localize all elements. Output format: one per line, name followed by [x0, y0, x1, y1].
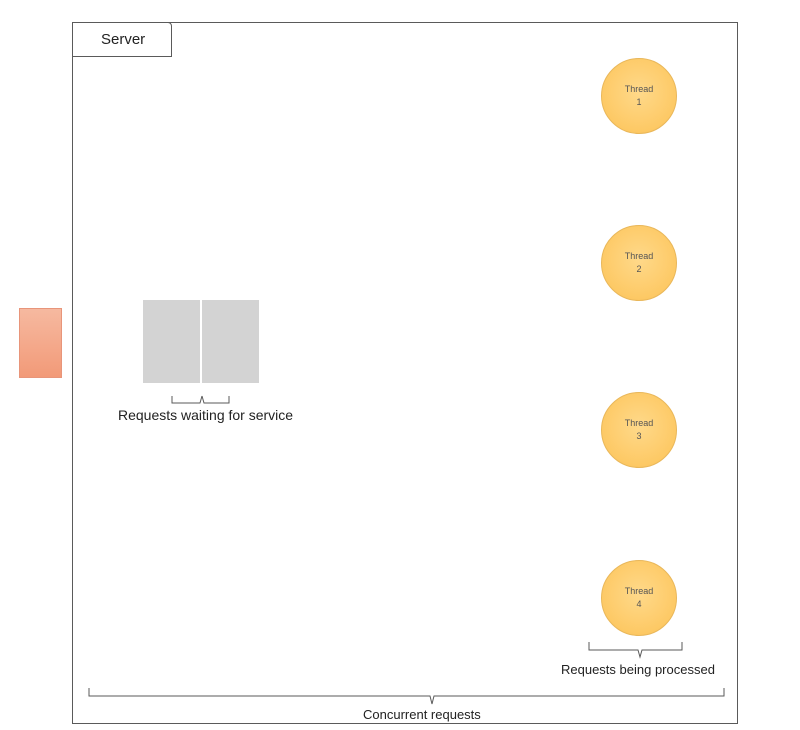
thread-number: 4 — [636, 599, 642, 609]
processing-label: Requests being processed — [561, 662, 715, 677]
thread-word: Thread — [624, 418, 654, 428]
thread-1: Thread 1 — [601, 58, 677, 134]
concurrent-brace — [88, 688, 725, 705]
processing-brace — [588, 642, 683, 659]
queue-label: Requests waiting for service — [118, 407, 294, 423]
thread-4: Thread 4 — [601, 560, 677, 636]
thread-word: Thread — [624, 251, 654, 261]
thread-word: Thread — [624, 84, 654, 94]
concurrent-label: Concurrent requests — [363, 707, 481, 722]
thread-3: Thread 3 — [601, 392, 677, 468]
thread-number: 3 — [636, 431, 642, 441]
thread-number: 2 — [636, 264, 642, 274]
braces-layer — [88, 395, 725, 705]
thread-number: 1 — [636, 97, 642, 107]
thread-word: Thread — [624, 586, 654, 596]
thread-2: Thread 2 — [601, 225, 677, 301]
queue-brace — [171, 395, 230, 404]
